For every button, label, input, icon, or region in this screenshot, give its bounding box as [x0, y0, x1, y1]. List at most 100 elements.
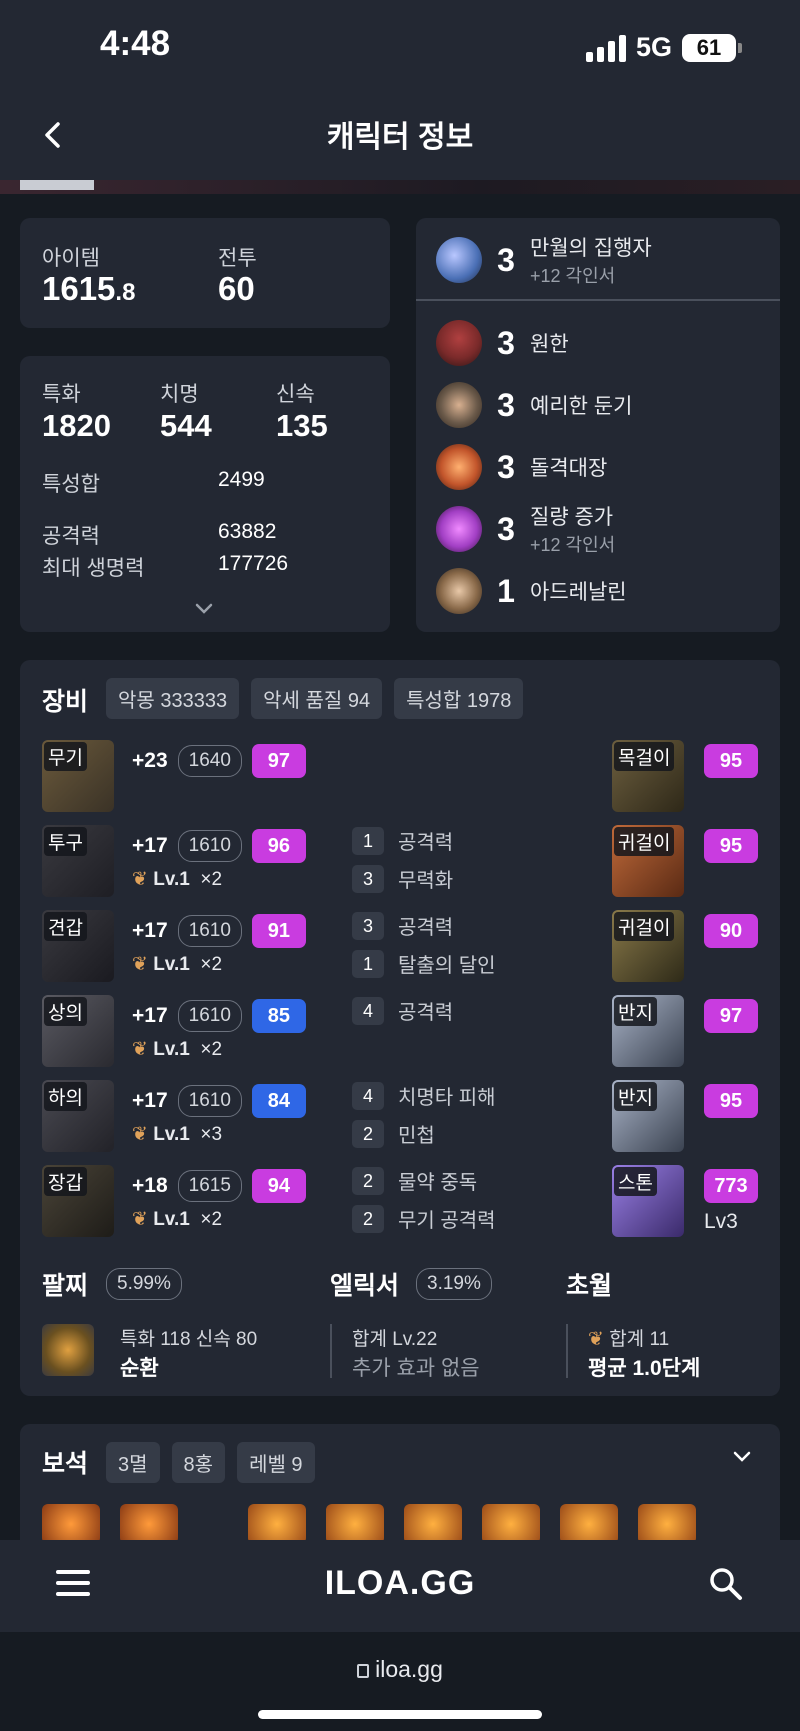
page-title: 캐릭터 정보 — [326, 121, 474, 154]
gem-icon[interactable] — [326, 1504, 384, 1544]
pants-bonus: ❦ Lv.1 ×3 — [132, 1124, 223, 1145]
engraving-row[interactable]: 1 아드레날린 — [416, 561, 780, 621]
elixir-effect: 추가 효과 없음 — [352, 1357, 480, 1380]
chest-info: +17 1610 85 — [132, 999, 306, 1033]
gem-icon[interactable] — [120, 1504, 178, 1544]
gem-icon[interactable] — [248, 1504, 306, 1544]
enhance-level: +17 — [132, 1004, 168, 1027]
engraving-icon — [436, 320, 482, 366]
bracelet-percent: 5.99% — [106, 1268, 182, 1300]
earring-slot[interactable]: 귀걸이 — [612, 825, 684, 897]
slot-label: 반지 — [614, 997, 657, 1026]
home-indicator[interactable] — [258, 1710, 542, 1719]
engraving-divider — [416, 299, 780, 301]
gem-icon[interactable] — [482, 1504, 540, 1544]
earring-slot[interactable]: 귀걸이 — [612, 910, 684, 982]
slot-label: 반지 — [614, 1082, 657, 1111]
helmet-bonus: ❦ Lv.1 ×2 — [132, 869, 223, 890]
gems-title: 보석 — [42, 1450, 89, 1478]
quality-badge: 90 — [704, 914, 758, 948]
bracelet-slot[interactable] — [42, 1324, 94, 1376]
engraving-level: 3 — [497, 510, 515, 547]
leaf-icon: ❦ — [132, 1209, 148, 1230]
tab-active-indicator[interactable] — [20, 180, 94, 190]
quality-badge: 97 — [704, 999, 758, 1033]
leaf-icon: ❦ — [132, 954, 148, 975]
weapon-slot[interactable]: 무기 — [42, 740, 114, 812]
item-level-pill: 1610 — [177, 830, 242, 862]
total-stat-label: 특성합 — [42, 473, 100, 496]
necklace-slot[interactable]: 목걸이 — [612, 740, 684, 812]
engraving-level: 1 — [497, 572, 515, 609]
item-level-pill: 1610 — [177, 1000, 242, 1032]
gloves-slot[interactable]: 장갑 — [42, 1165, 114, 1237]
leaf-icon: ❦ — [132, 1124, 148, 1145]
lock-icon — [357, 1664, 370, 1678]
item-level-label: 아이템 — [42, 247, 100, 270]
equipment-title: 장비 — [42, 688, 89, 716]
slot-label: 목걸이 — [614, 742, 675, 771]
leaf-icon: ❦ — [132, 1039, 148, 1060]
chevron-down-icon — [195, 603, 213, 614]
crit-value: 544 — [160, 408, 212, 443]
gem-icon[interactable] — [560, 1504, 618, 1544]
engraving-icon — [436, 382, 482, 428]
slot-label: 상의 — [44, 997, 87, 1026]
engraving-name: 원한 — [530, 333, 569, 356]
item-level-pill: 1615 — [177, 1170, 242, 1202]
helmet-slot[interactable]: 투구 — [42, 825, 114, 897]
shoulder-bonus: ❦ Lv.1 ×2 — [132, 954, 223, 975]
engraving-row[interactable]: 3 돌격대장 — [416, 437, 780, 497]
url-display[interactable]: iloa.gg — [0, 1656, 800, 1683]
gem-icon[interactable] — [404, 1504, 462, 1544]
bracelet-title: 팔찌 — [42, 1272, 89, 1300]
max-hp-value: 177726 — [218, 552, 289, 575]
weapon-info: +23 1640 97 — [132, 744, 306, 778]
gem-icon[interactable] — [42, 1504, 100, 1544]
engraving-name: 만월의 집행자 — [530, 237, 652, 260]
shoulder-slot[interactable]: 견갑 — [42, 910, 114, 982]
spec-value: 1820 — [42, 408, 111, 443]
search-button[interactable] — [706, 1564, 746, 1604]
engraving-book: +12 각인서 — [530, 535, 616, 555]
signal-icon — [585, 34, 626, 62]
attack-label: 공격력 — [42, 525, 100, 548]
engraving-row[interactable]: 3 만월의 집행자 +12 각인서 — [416, 230, 780, 290]
option-row: 2 무기 공격력 — [352, 1204, 496, 1233]
gems-expand-button[interactable] — [730, 1448, 754, 1471]
spec-label: 특화 — [42, 383, 81, 406]
browser-url-bar: iloa.gg — [0, 1632, 800, 1731]
stone-slot[interactable]: 스톤 — [612, 1165, 684, 1237]
engraving-icon — [436, 237, 482, 283]
option-row: 1 공격력 — [352, 826, 453, 855]
ring-slot[interactable]: 반지 — [612, 1080, 684, 1152]
engravings-panel: 3 만월의 집행자 +12 각인서 3 원한 3 예리한 둔기 3 돌격대장 3… — [416, 218, 780, 632]
gem-chip: 3멸 — [106, 1442, 160, 1483]
accessory-quality-chip: 악세 품질 94 — [251, 678, 383, 719]
gem-icon[interactable] — [638, 1504, 696, 1544]
engraving-name: 예리한 둔기 — [530, 395, 633, 418]
slot-label: 귀걸이 — [614, 912, 675, 941]
stats-expand-button[interactable] — [192, 600, 216, 618]
engraving-row[interactable]: 3 질량 증가 +12 각인서 — [416, 499, 780, 559]
engraving-name: 아드레날린 — [530, 581, 627, 604]
quality-badge: 97 — [251, 744, 306, 778]
equipment-chips: 악몽 333333 악세 품질 94 특성합 1978 — [106, 678, 524, 719]
chest-slot[interactable]: 상의 — [42, 995, 114, 1067]
chevron-down-icon — [733, 1451, 751, 1462]
quality-badge: 84 — [251, 1084, 306, 1118]
site-logo[interactable]: ILOA.GG — [0, 1564, 800, 1603]
shoulder-info: +17 1610 91 — [132, 914, 306, 948]
status-indicators: 5G 61 — [585, 32, 742, 63]
engraving-row[interactable]: 3 원한 — [416, 313, 780, 373]
search-icon — [710, 1568, 742, 1600]
combat-level-label: 전투 — [218, 247, 257, 270]
ring-slot[interactable]: 반지 — [612, 995, 684, 1067]
enhance-level: +17 — [132, 919, 168, 942]
pants-slot[interactable]: 하의 — [42, 1080, 114, 1152]
elixir-total: 합계 Lv.22 — [352, 1329, 438, 1350]
engraving-row[interactable]: 3 예리한 둔기 — [416, 375, 780, 435]
option-row: 1 탈출의 달인 — [352, 949, 496, 978]
slot-label: 무기 — [44, 742, 87, 771]
status-bar: 4:48 5G 61 — [0, 0, 800, 90]
